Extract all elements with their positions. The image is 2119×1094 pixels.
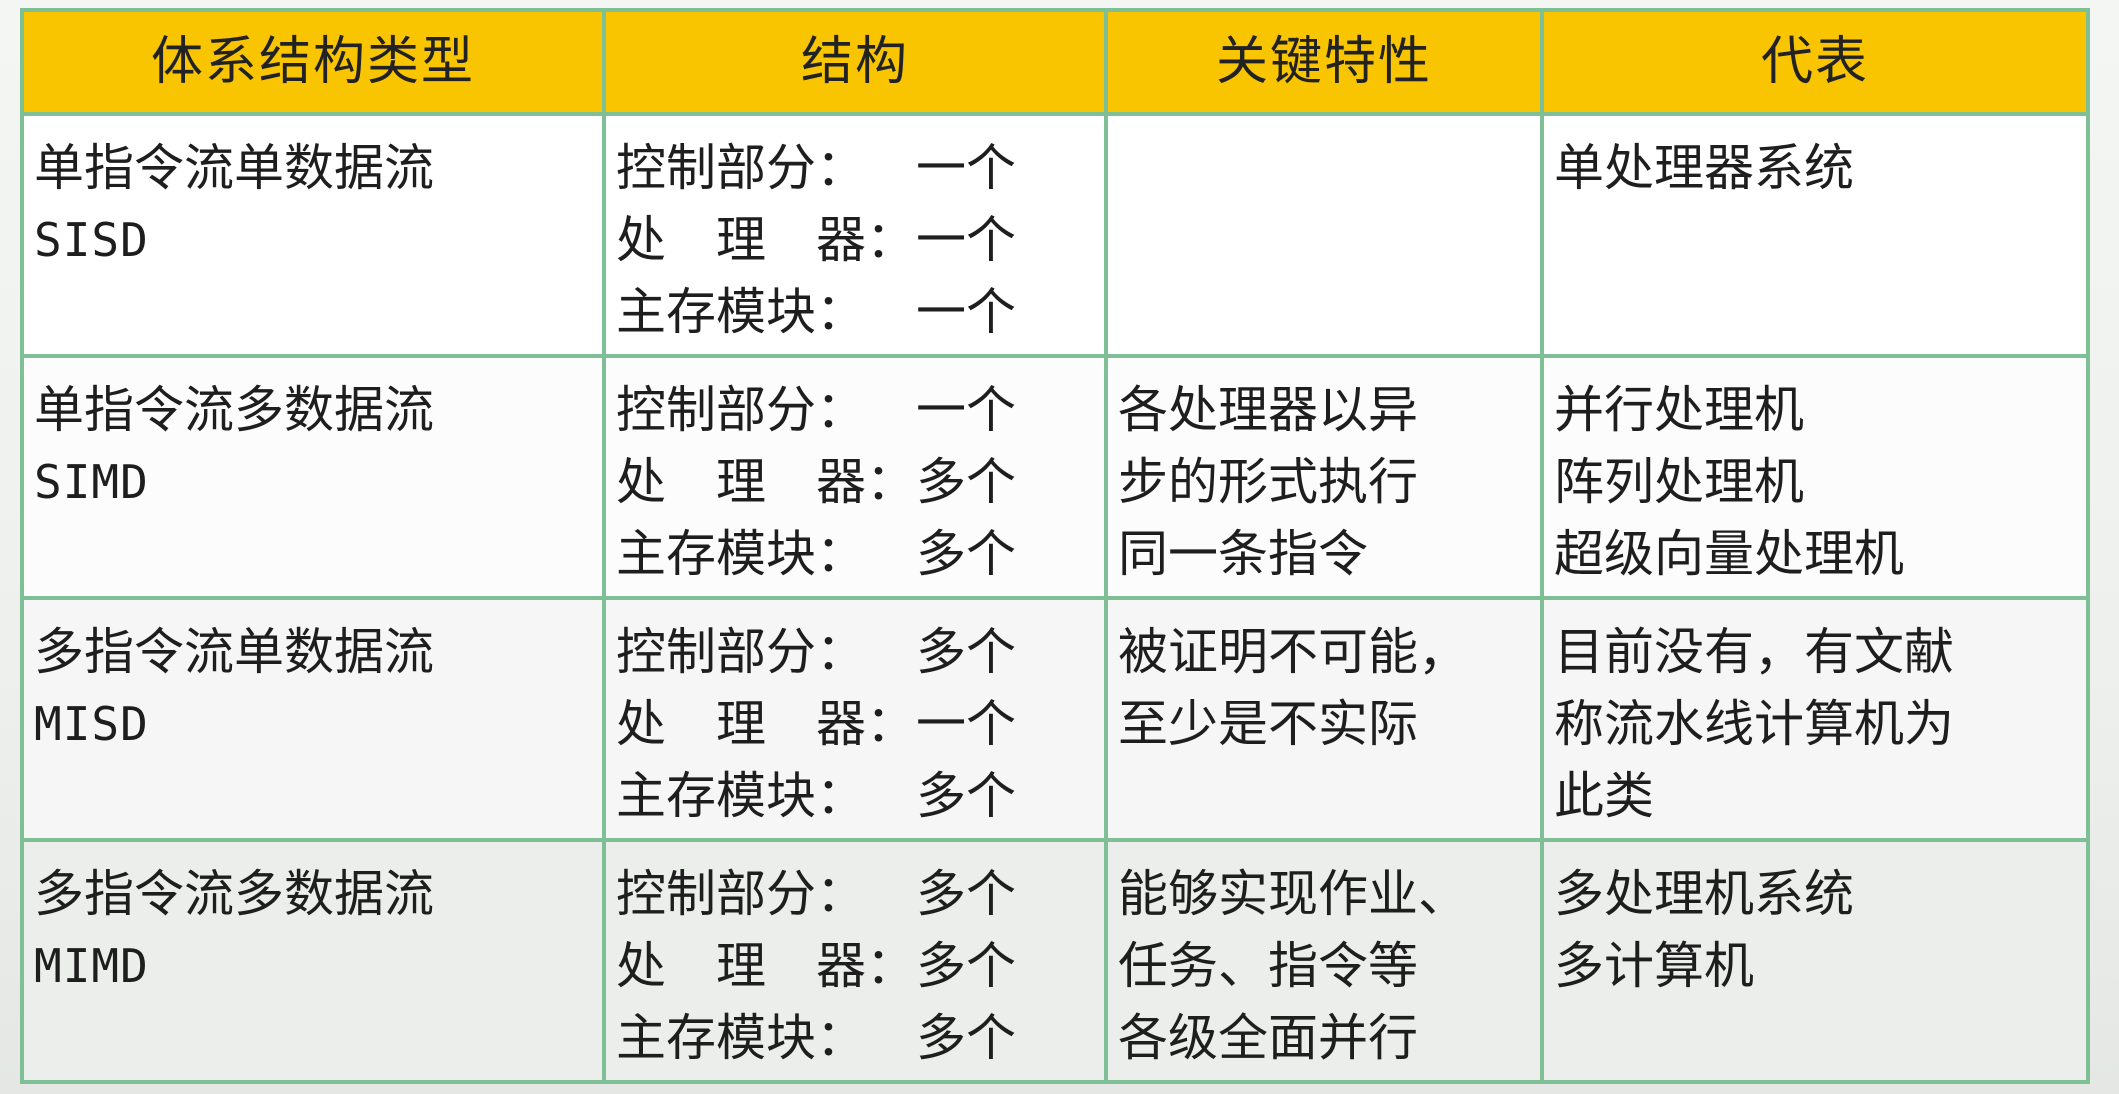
cell-representatives: 多处理机系统 多计算机 (1540, 838, 2090, 1084)
type-code: SIMD (34, 455, 149, 509)
structure-label: 主存模块： (616, 1009, 866, 1067)
cell-features: 各处理器以异 步的形式执行 同一条指令 (1104, 354, 1544, 600)
structure-line: 处 理 器： 多个 (616, 930, 1104, 1002)
representative-line: 称流水线计算机为 (1554, 695, 1954, 753)
type-name: 单指令流单数据流 (34, 139, 434, 197)
cell-representatives: 目前没有，有文献 称流水线计算机为 此类 (1540, 596, 2090, 842)
representative-line: 单处理器系统 (1554, 139, 1854, 197)
table-row: 单指令流多数据流 SIMD 控制部分： 一个处 理 器： 多个 主存模块： 多个 各处理器以异… (20, 354, 2090, 600)
structure-label: 控制部分： (616, 139, 866, 197)
representative-line: 多计算机 (1554, 937, 1754, 995)
structure-line: 处 理 器： 多个 (616, 446, 1104, 518)
representative-line: 阵列处理机 (1554, 453, 1804, 511)
structure-line: 控制部分： 一个 (616, 132, 1104, 204)
cell-type: 多指令流多数据流 MIMD (20, 838, 606, 1084)
structure-value: 一个 (916, 283, 1016, 341)
structure-line: 主存模块： 多个 (616, 760, 1104, 832)
header-structure: 结构 (602, 8, 1108, 116)
structure-label: 处 理 器： (616, 695, 916, 753)
structure-line: 主存模块： 多个 (616, 1002, 1104, 1074)
cell-features: 能够实现作业、 任务、指令等 各级全面并行 (1104, 838, 1544, 1084)
feature-line: 各处理器以异 (1118, 381, 1418, 439)
cell-structure: 控制部分： 多个处 理 器： 多个 主存模块： 多个 (602, 838, 1108, 1084)
architecture-table: 体系结构类型 结构 关键特性 代表 单指令流单数据流 SISD 控制部分： 一个处 理… (20, 8, 2090, 1084)
table-row: 多指令流单数据流 MISD 控制部分： 多个处 理 器： 一个 主存模块： 多个 被证明不可能… (20, 596, 2090, 842)
structure-line: 处 理 器： 一个 (616, 688, 1104, 760)
structure-value: 多个 (916, 1009, 1016, 1067)
representative-line: 并行处理机 (1554, 381, 1804, 439)
structure-label: 主存模块： (616, 525, 866, 583)
representative-line: 多处理机系统 (1554, 865, 1854, 923)
structure-line: 控制部分： 一个 (616, 374, 1104, 446)
feature-line: 被证明不可能， (1118, 623, 1468, 681)
header-type: 体系结构类型 (20, 8, 606, 116)
slide-background: 体系结构类型 结构 关键特性 代表 单指令流单数据流 SISD 控制部分： 一个处 理… (0, 0, 2119, 1094)
structure-line: 主存模块： 一个 (616, 276, 1104, 348)
header-row: 体系结构类型 结构 关键特性 代表 (20, 8, 2090, 116)
structure-value: 多个 (916, 865, 1016, 923)
structure-line: 控制部分： 多个 (616, 616, 1104, 688)
structure-label: 控制部分： (616, 623, 866, 681)
feature-line: 各级全面并行 (1118, 1009, 1418, 1067)
cell-type: 单指令流多数据流 SIMD (20, 354, 606, 600)
representative-line: 目前没有，有文献 (1554, 623, 1954, 681)
cell-structure: 控制部分： 一个处 理 器： 多个 主存模块： 多个 (602, 354, 1108, 600)
feature-line: 步的形式执行 (1118, 453, 1418, 511)
structure-value: 一个 (916, 695, 1016, 753)
type-name: 多指令流单数据流 (34, 623, 434, 681)
cell-structure: 控制部分： 一个处 理 器： 一个 主存模块： 一个 (602, 112, 1108, 358)
structure-value: 多个 (916, 623, 1016, 681)
structure-value: 一个 (916, 211, 1016, 269)
table-row: 多指令流多数据流 MIMD 控制部分： 多个处 理 器： 多个 主存模块： 多个 能够实现作业… (20, 838, 2090, 1084)
cell-representatives: 单处理器系统 (1540, 112, 2090, 358)
table-row: 单指令流单数据流 SISD 控制部分： 一个处 理 器： 一个 主存模块： 一个 单处理器系统 (20, 112, 2090, 358)
structure-value: 一个 (916, 381, 1016, 439)
type-code: MIMD (34, 939, 149, 993)
structure-value: 多个 (916, 767, 1016, 825)
structure-line: 主存模块： 多个 (616, 518, 1104, 590)
cell-type: 单指令流单数据流 SISD (20, 112, 606, 358)
representative-line: 超级向量处理机 (1554, 525, 1904, 583)
structure-label: 处 理 器： (616, 937, 916, 995)
type-name: 多指令流多数据流 (34, 865, 434, 923)
representative-line: 此类 (1554, 767, 1654, 825)
structure-value: 一个 (916, 139, 1016, 197)
header-features: 关键特性 (1104, 8, 1544, 116)
type-name: 单指令流多数据流 (34, 381, 434, 439)
structure-label: 主存模块： (616, 283, 866, 341)
structure-value: 多个 (916, 453, 1016, 511)
feature-line: 任务、指令等 (1118, 937, 1418, 995)
cell-representatives: 并行处理机阵列处理机超级向量处理机 (1540, 354, 2090, 600)
feature-line: 至少是不实际 (1118, 695, 1418, 753)
type-code: MISD (34, 697, 149, 751)
feature-line: 同一条指令 (1118, 525, 1368, 583)
structure-line: 处 理 器： 一个 (616, 204, 1104, 276)
cell-features: 被证明不可能， 至少是不实际 (1104, 596, 1544, 842)
type-code: SISD (34, 213, 149, 267)
structure-value: 多个 (916, 525, 1016, 583)
cell-structure: 控制部分： 多个处 理 器： 一个 主存模块： 多个 (602, 596, 1108, 842)
structure-label: 处 理 器： (616, 453, 916, 511)
structure-label: 处 理 器： (616, 211, 916, 269)
structure-label: 控制部分： (616, 381, 866, 439)
cell-type: 多指令流单数据流 MISD (20, 596, 606, 842)
structure-label: 主存模块： (616, 767, 866, 825)
structure-value: 多个 (916, 937, 1016, 995)
structure-label: 控制部分： (616, 865, 866, 923)
structure-line: 控制部分： 多个 (616, 858, 1104, 930)
feature-line: 能够实现作业、 (1118, 865, 1468, 923)
cell-features (1104, 112, 1544, 358)
header-representatives: 代表 (1540, 8, 2090, 116)
